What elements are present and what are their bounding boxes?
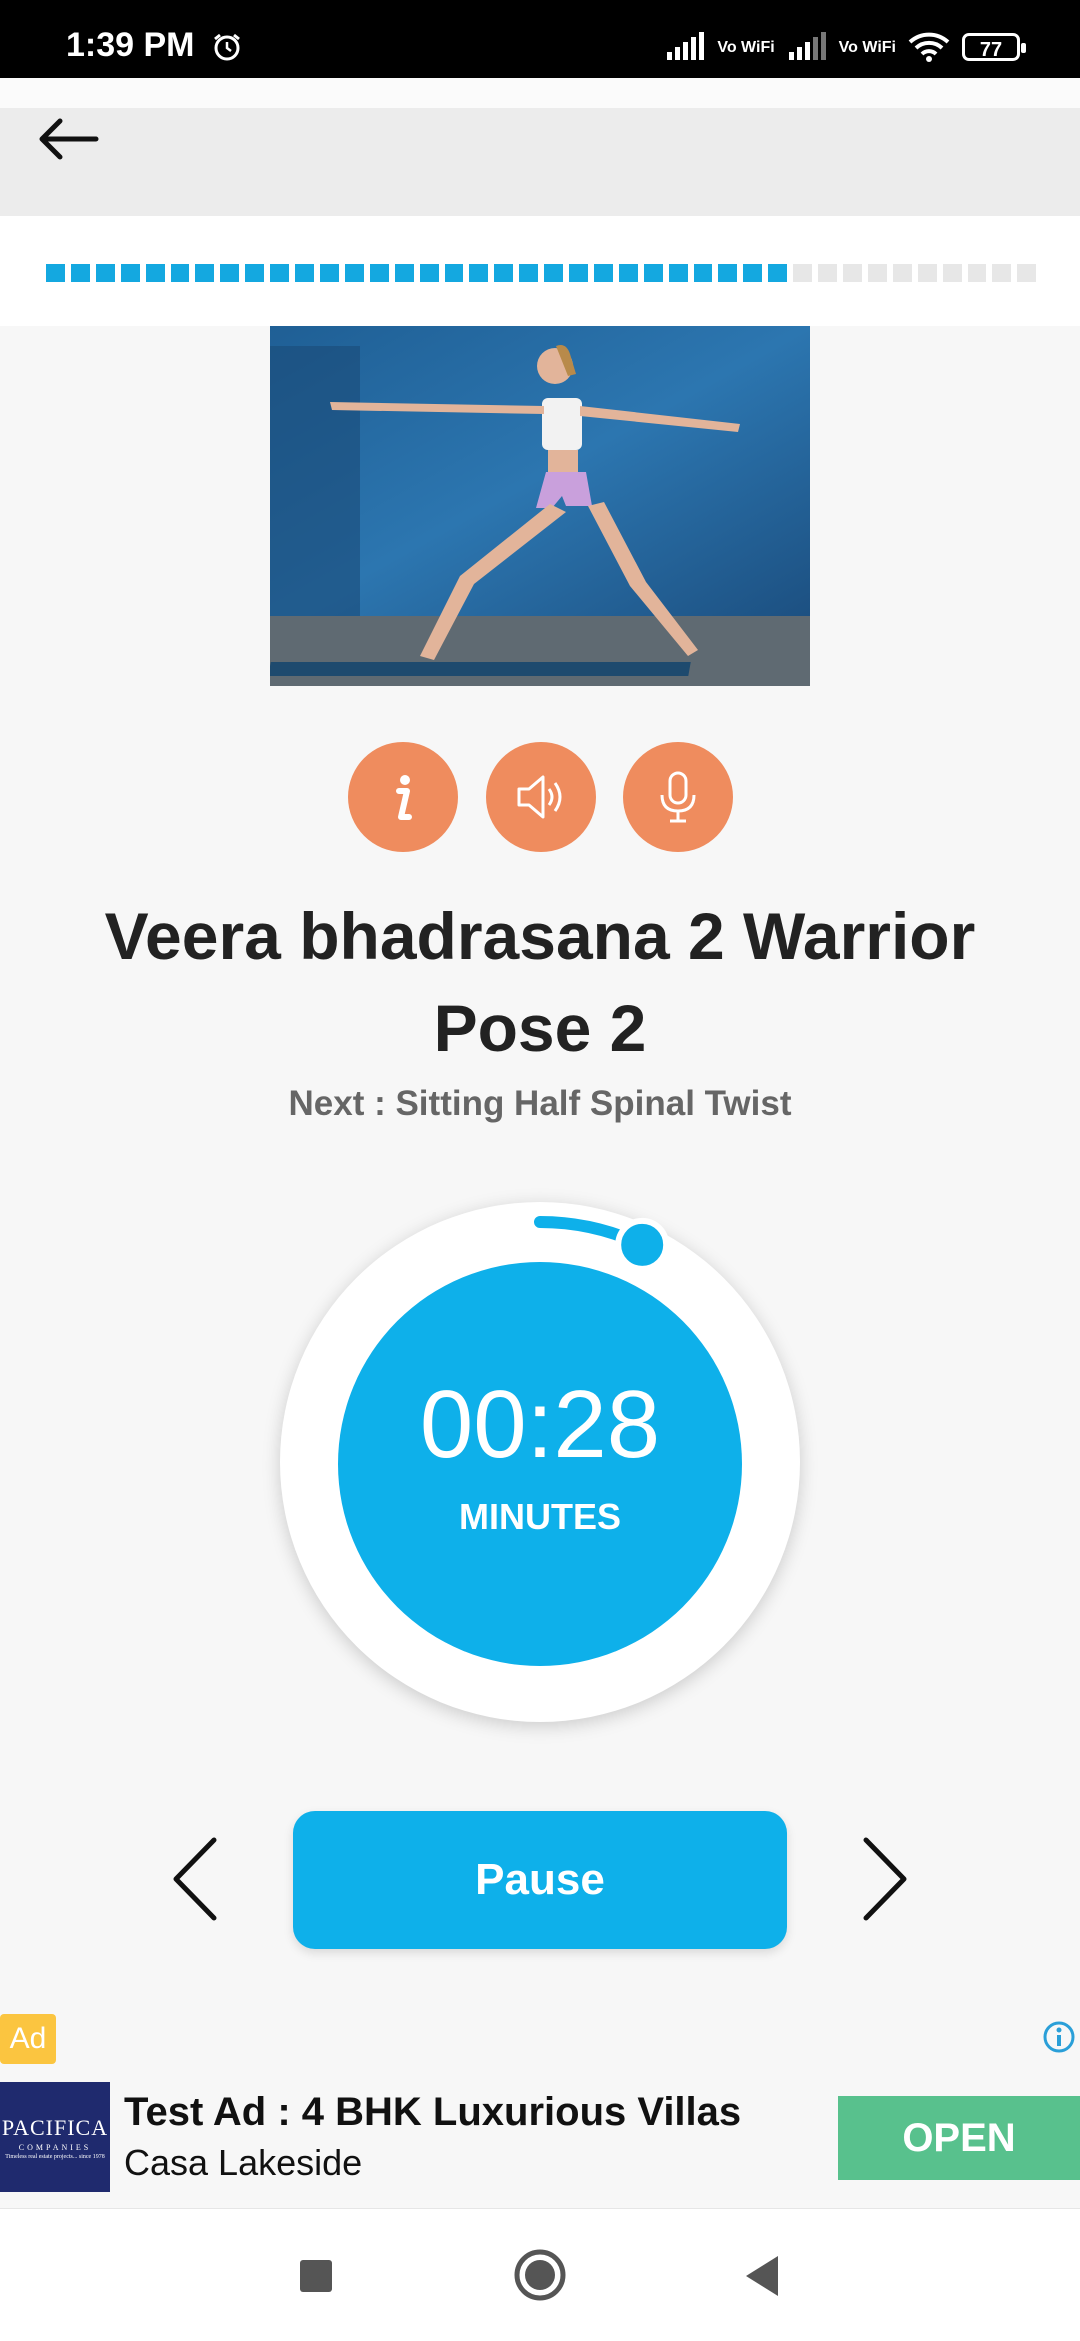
progress-segment [693, 264, 713, 282]
pose-image [270, 326, 810, 686]
microphone-icon [660, 771, 696, 823]
progress-segment [892, 264, 912, 282]
next-pose-label: Next : Sitting Half Spinal Twist [288, 1084, 792, 1123]
ad-logo: PACIFICA COMPANIES Timeless real estate … [0, 2082, 110, 2192]
vowifi-label: Vo WiFi [717, 38, 775, 56]
top-spacer [0, 78, 1080, 108]
progress-segment [369, 264, 389, 282]
workout-progress [0, 216, 1080, 326]
progress-segment [992, 264, 1012, 282]
progress-segment [867, 264, 887, 282]
progress-segment [220, 264, 240, 282]
progress-segment [319, 264, 339, 282]
signal-icon [667, 32, 705, 60]
progress-segment [793, 264, 813, 282]
progress-segment [469, 264, 489, 282]
ad-logo-brand: PACIFICA [1, 2114, 109, 2140]
pause-button[interactable]: Pause [293, 1811, 787, 1949]
progress-segment [743, 264, 763, 282]
progress-segment [394, 264, 414, 282]
info-icon [396, 775, 412, 820]
progress-segment [444, 264, 464, 282]
progress-segment [494, 264, 514, 282]
timer-value: 00:28 [419, 1371, 661, 1478]
progress-segment [46, 264, 65, 282]
wifi-icon [908, 32, 950, 62]
previous-chevron-icon[interactable] [166, 1834, 226, 1924]
ad-open-button[interactable]: OPEN [838, 2096, 1080, 2180]
progress-segment [1017, 264, 1037, 282]
info-button[interactable] [348, 742, 458, 852]
progress-segment [344, 264, 364, 282]
progress-segment [768, 264, 788, 282]
timer-unit: MINUTES [459, 1496, 621, 1537]
timer-progress-knob [615, 1217, 670, 1272]
progress-segment [643, 264, 663, 282]
back-arrow-icon[interactable] [30, 108, 110, 170]
ad-badge: Ad [0, 2014, 56, 2064]
ad-logo-sub: COMPANIES [18, 2142, 92, 2152]
progress-segment [245, 264, 265, 282]
signal-icon [788, 32, 826, 60]
ad-info-icon[interactable] [1042, 2020, 1076, 2054]
progress-segment [718, 264, 738, 282]
status-icons: Vo WiFi Vo WiFi 77 [665, 28, 1026, 66]
progress-segment [593, 264, 613, 282]
progress-segments [46, 264, 1037, 282]
progress-segment [569, 264, 588, 282]
progress-segment [942, 264, 962, 282]
progress-segment [270, 264, 290, 282]
progress-segment [668, 264, 688, 282]
status-time: 1:39 PM [66, 26, 195, 64]
progress-segment [170, 264, 190, 282]
recents-icon[interactable] [300, 2260, 332, 2292]
home-icon[interactable] [513, 2248, 567, 2302]
progress-segment [120, 264, 140, 282]
status-bar: 1:39 PM Vo WiFi Vo WiFi 77 [0, 0, 1080, 78]
app-bar [0, 108, 1080, 216]
progress-segment [419, 264, 439, 282]
ad-title[interactable]: Test Ad : 4 BHK Luxurious Villas [124, 2090, 741, 2135]
progress-segment [295, 264, 314, 282]
next-chevron-icon[interactable] [854, 1834, 914, 1924]
progress-segment [618, 264, 638, 282]
alarm-icon [214, 33, 240, 61]
sound-button[interactable] [486, 742, 596, 852]
progress-segment [70, 264, 90, 282]
voice-button[interactable] [623, 742, 733, 852]
pose-title: Veera bhadrasana 2 Warrior Pose 2 [104, 899, 976, 1065]
battery-indicator: 77 [962, 33, 1026, 61]
progress-segment [818, 264, 837, 282]
progress-segment [519, 264, 539, 282]
vowifi-label: Vo WiFi [838, 38, 896, 56]
back-icon[interactable] [740, 2252, 784, 2300]
progress-segment [967, 264, 987, 282]
ad-logo-tag: Timeless real estate projects... since 1… [5, 2153, 105, 2160]
progress-segment [195, 264, 215, 282]
progress-segment [95, 264, 115, 282]
speaker-icon [517, 775, 562, 819]
ad-subtitle[interactable]: Casa Lakeside [124, 2142, 362, 2184]
progress-segment [917, 264, 937, 282]
progress-segment [544, 264, 564, 282]
progress-segment [145, 264, 165, 282]
progress-segment [843, 264, 862, 282]
